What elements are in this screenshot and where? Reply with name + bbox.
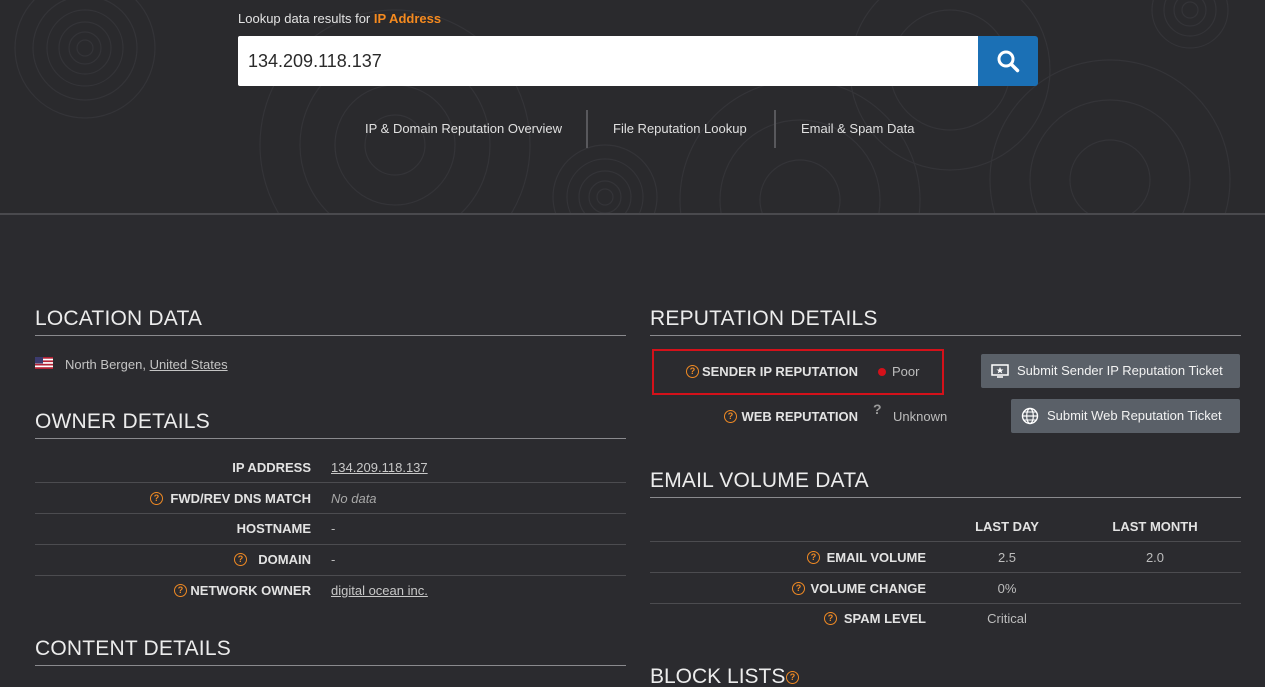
owner-label-ip: IP ADDRESS bbox=[232, 460, 311, 475]
row-divider bbox=[35, 544, 626, 545]
email-volume-last-day: 2.5 bbox=[997, 550, 1017, 565]
column-last-day: LAST DAY bbox=[975, 519, 1039, 534]
owner-value-domain: - bbox=[331, 552, 336, 567]
nav-separator bbox=[774, 110, 776, 148]
nav-file-reputation[interactable]: File Reputation Lookup bbox=[613, 110, 747, 148]
sender-reputation-label: SENDER IP REPUTATION bbox=[701, 364, 858, 379]
web-reputation-value: Unknown bbox=[893, 409, 948, 424]
us-flag-icon bbox=[35, 356, 53, 374]
submit-web-ticket-label: Submit Web Reputation Ticket bbox=[1047, 408, 1222, 423]
block-lists-title: BLOCK LISTS bbox=[650, 665, 786, 687]
nav-ip-domain-overview[interactable]: IP & Domain Reputation Overview bbox=[365, 110, 562, 148]
search-input[interactable]: 134.209.118.137 bbox=[238, 36, 978, 86]
owner-value-hostname: - bbox=[331, 521, 336, 536]
volume-change-label: VOLUME CHANGE bbox=[810, 581, 926, 596]
owner-label-domain: DOMAIN bbox=[258, 552, 311, 567]
content-title: CONTENT DETAILS bbox=[35, 637, 626, 666]
email-volume-title: EMAIL VOLUME DATA bbox=[650, 469, 1241, 498]
sender-reputation-value: Poor bbox=[892, 364, 920, 379]
owner-label-dns: FWD/REV DNS MATCH bbox=[170, 491, 311, 506]
row-divider bbox=[650, 572, 1241, 573]
owner-value-ip[interactable]: 134.209.118.137 bbox=[331, 460, 428, 475]
lookup-label: Lookup data results for IP Address bbox=[238, 11, 441, 26]
monitor-star-icon bbox=[991, 364, 1009, 378]
globe-icon bbox=[1021, 407, 1039, 425]
submit-sender-ticket-label: Submit Sender IP Reputation Ticket bbox=[1017, 363, 1223, 378]
search-icon bbox=[997, 50, 1020, 73]
web-reputation-label: WEB REPUTATION bbox=[741, 409, 858, 424]
lookup-label-prefix: Lookup data results for bbox=[238, 11, 371, 26]
owner-title: OWNER DETAILS bbox=[35, 410, 626, 439]
row-divider bbox=[35, 575, 626, 576]
lookup-nav: IP & Domain Reputation Overview File Rep… bbox=[0, 110, 1265, 148]
submit-sender-ticket-button[interactable]: Submit Sender IP Reputation Ticket bbox=[981, 354, 1240, 388]
email-volume-label: EMAIL VOLUME bbox=[826, 550, 926, 565]
status-dot bbox=[878, 368, 886, 376]
submit-web-ticket-button[interactable]: Submit Web Reputation Ticket bbox=[1011, 399, 1240, 433]
reputation-title: REPUTATION DETAILS bbox=[650, 307, 1241, 336]
owner-value-dns: No data bbox=[331, 491, 377, 506]
lookup-type: IP Address bbox=[373, 11, 442, 26]
nav-email-spam[interactable]: Email & Spam Data bbox=[801, 110, 914, 148]
owner-label-hostname: HOSTNAME bbox=[236, 521, 311, 536]
row-divider bbox=[650, 541, 1241, 542]
owner-value-network[interactable]: digital ocean inc. bbox=[331, 583, 428, 598]
search-button[interactable] bbox=[978, 36, 1038, 86]
location-text: North Bergen, United States bbox=[65, 357, 228, 372]
location-city: North Bergen, bbox=[65, 357, 146, 372]
lookup-hero: Lookup data results for IP Address 134.2… bbox=[0, 0, 1265, 215]
spam-level-last-day: Critical bbox=[987, 611, 1027, 626]
unknown-status-icon: ? bbox=[873, 401, 882, 417]
spam-level-label: SPAM LEVEL bbox=[843, 611, 926, 626]
row-divider bbox=[650, 603, 1241, 604]
email-volume-last-month: 2.0 bbox=[1145, 550, 1165, 565]
nav-separator bbox=[586, 110, 588, 148]
column-last-month: LAST MONTH bbox=[1112, 519, 1198, 534]
row-divider bbox=[35, 513, 626, 514]
owner-label-network: NETWORK OWNER bbox=[190, 583, 311, 598]
background-pattern bbox=[14, 0, 1231, 213]
row-divider bbox=[35, 482, 626, 483]
help-icon[interactable]: ? bbox=[786, 671, 799, 684]
help-icon[interactable]: ? bbox=[686, 365, 699, 378]
volume-change-last-day: 0% bbox=[997, 581, 1017, 596]
location-title: LOCATION DATA bbox=[35, 307, 626, 336]
location-country-link[interactable]: United States bbox=[150, 357, 228, 372]
